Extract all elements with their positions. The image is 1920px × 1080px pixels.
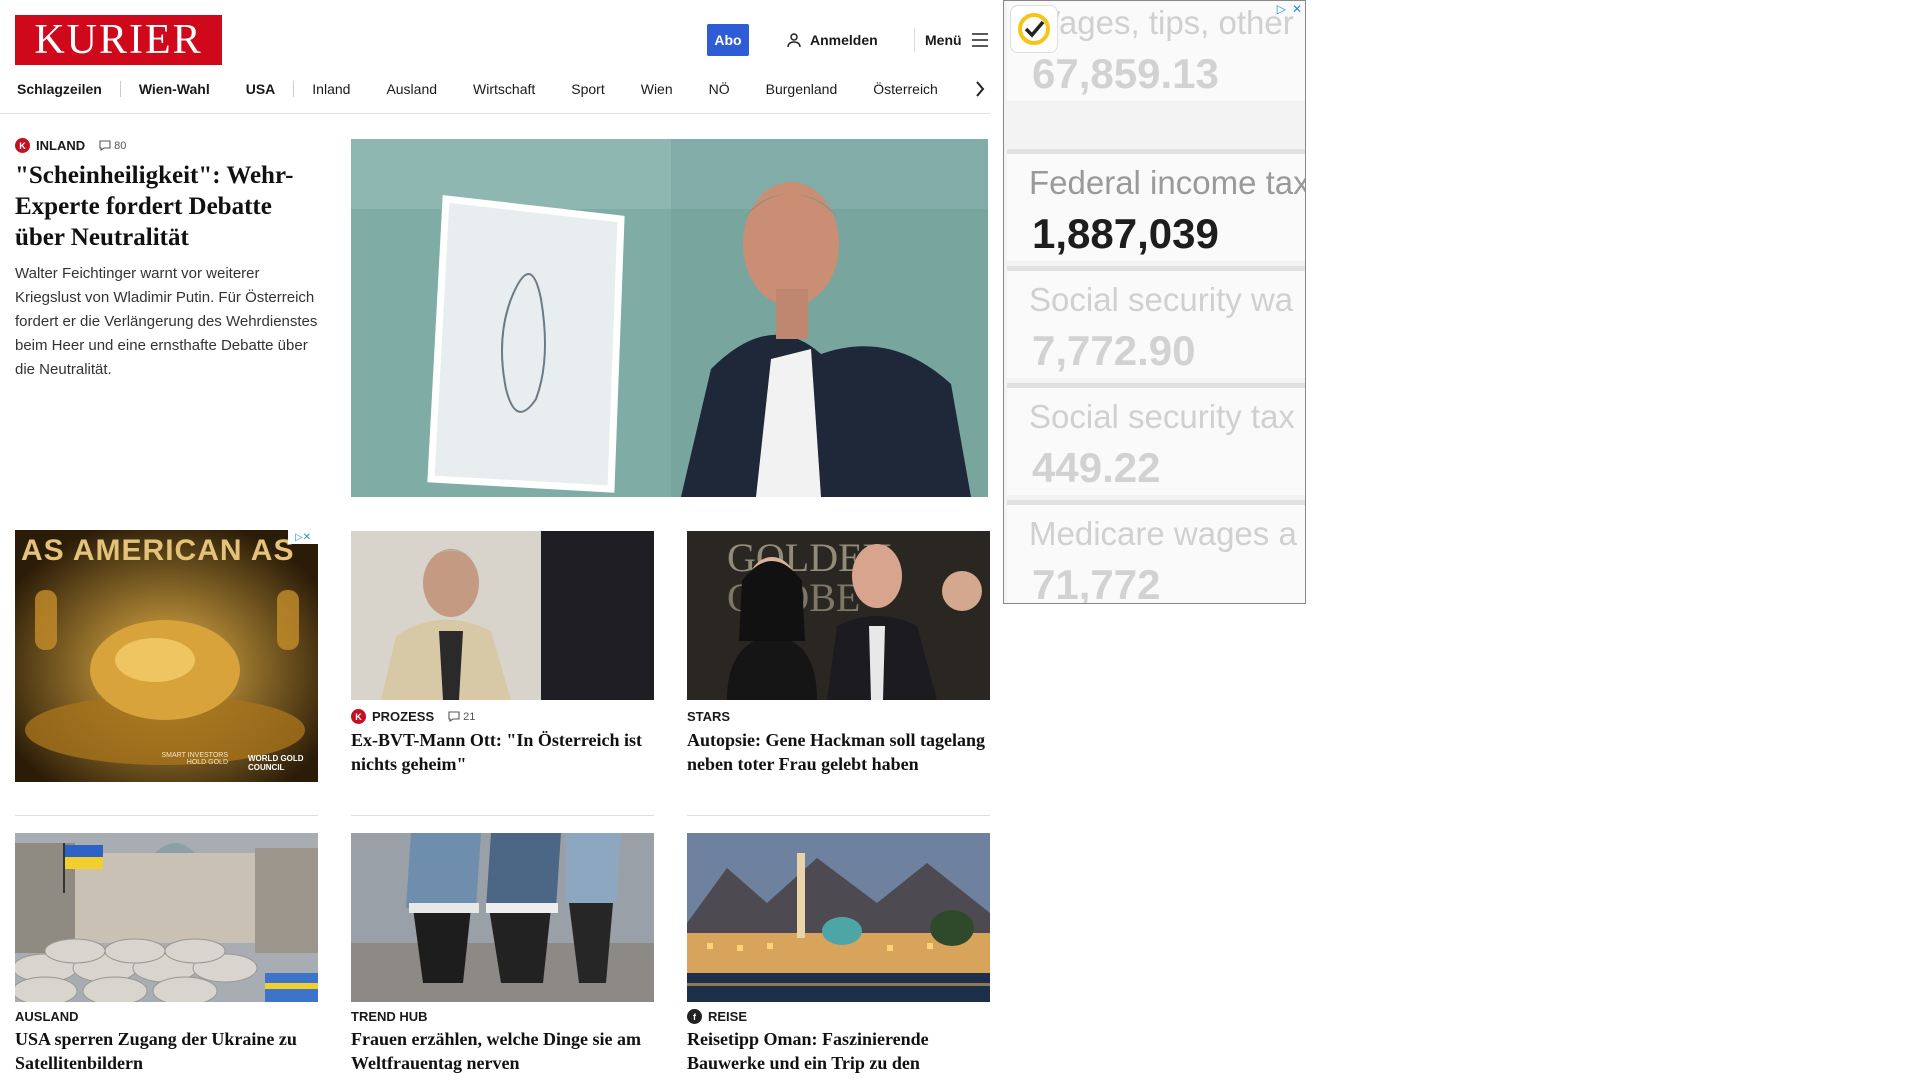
nav-item-noe[interactable]: NÖ bbox=[691, 78, 748, 100]
tax-label: Wages, tips, other bbox=[1029, 4, 1294, 41]
lead-kicker[interactable]: K INLAND 80 bbox=[15, 138, 126, 153]
ad-tagline: SMART INVESTORS HOLD GOLD bbox=[161, 752, 228, 766]
ad-brand: WORLD GOLD COUNCIL bbox=[248, 754, 304, 772]
nav-item-oesterreich[interactable]: Österreich bbox=[855, 78, 956, 100]
card-kicker[interactable]: TREND HUB bbox=[351, 1009, 428, 1024]
gold-ad[interactable]: AS AMERICAN AS SMART INVESTORS HOLD GOLD… bbox=[15, 530, 318, 782]
menu-label: Menü bbox=[925, 32, 962, 48]
tax-value: 1,887,039 bbox=[1032, 210, 1219, 257]
nav-item-wien-wahl[interactable]: Wien-Wahl bbox=[121, 78, 228, 100]
card-comments[interactable]: 21 bbox=[448, 711, 475, 723]
card-category: REISE bbox=[708, 1009, 748, 1024]
tax-value: 67,859.13 bbox=[1032, 50, 1219, 97]
tax-label: Social security wa bbox=[1029, 281, 1294, 318]
tax-ad[interactable]: Wages, tips, other 67,859.13 Federal inc… bbox=[1003, 0, 1306, 604]
kurier-k-icon: K bbox=[351, 709, 366, 724]
checkmark-logo-icon bbox=[1010, 5, 1058, 53]
nav-item-sport[interactable]: Sport bbox=[553, 78, 622, 100]
card-category: STARS bbox=[687, 709, 731, 724]
card-image[interactable] bbox=[351, 531, 654, 700]
card-headline[interactable]: Reisetipp Oman: Faszinierende Bauwerke u… bbox=[687, 1027, 990, 1080]
card-category: TREND HUB bbox=[351, 1009, 428, 1024]
card-kicker[interactable]: AUSLAND bbox=[15, 1009, 79, 1024]
kurier-k-icon: K bbox=[15, 138, 30, 153]
card-image[interactable]: GOLDEN GLOBE bbox=[687, 531, 990, 700]
nav-item-inland[interactable]: Inland bbox=[294, 78, 368, 100]
lead-comments[interactable]: 80 bbox=[99, 140, 126, 152]
tax-label: Social security tax bbox=[1029, 398, 1295, 435]
tax-row-active: Federal income tax 1,887,039 bbox=[1007, 149, 1305, 261]
comment-icon bbox=[448, 711, 460, 722]
user-icon bbox=[787, 33, 801, 48]
tax-label: Federal income tax bbox=[1029, 164, 1306, 201]
reise-icon: f bbox=[687, 1009, 702, 1024]
hamburger-icon bbox=[971, 33, 988, 47]
ad-choices-icon[interactable]: ▷✕ bbox=[1277, 2, 1302, 16]
tax-value: 71,772 bbox=[1032, 561, 1161, 604]
nav-item-wirtschaft[interactable]: Wirtschaft bbox=[455, 78, 553, 100]
lead-comment-count: 80 bbox=[114, 139, 127, 152]
comment-icon bbox=[99, 140, 111, 151]
tax-row: Social security wa 7,772.90 bbox=[1007, 266, 1305, 378]
column-divider bbox=[687, 815, 990, 816]
nav-item-schlagzeilen[interactable]: Schlagzeilen bbox=[15, 78, 120, 100]
lead-headline[interactable]: "Scheinheiligkeit": Wehr-Experte fordert… bbox=[15, 160, 320, 253]
login-label: Anmelden bbox=[810, 32, 878, 48]
nav-item-ausland[interactable]: Ausland bbox=[368, 78, 455, 100]
page: KURIER Abo Anmelden Menü Schlagzeilen Wi… bbox=[0, 0, 1920, 1080]
abo-button[interactable]: Abo bbox=[707, 24, 749, 56]
tax-value: 449.22 bbox=[1032, 444, 1161, 491]
login-button[interactable]: Anmelden bbox=[786, 28, 878, 52]
card-kicker[interactable]: K PROZESS 21 bbox=[351, 709, 475, 724]
ad-choices-icon[interactable]: ▷✕ bbox=[288, 530, 318, 544]
card-image[interactable] bbox=[687, 833, 990, 1002]
tax-row: Social security tax 449.22 bbox=[1007, 383, 1305, 495]
card-category: PROZESS bbox=[372, 709, 435, 724]
card-kicker[interactable]: STARS bbox=[687, 709, 730, 724]
card-comment-count: 21 bbox=[463, 710, 476, 723]
tax-value: 7,772.90 bbox=[1032, 327, 1196, 374]
card-headline[interactable]: USA sperren Zugang der Ukraine zu Satell… bbox=[15, 1027, 318, 1075]
lead-image[interactable] bbox=[351, 139, 988, 497]
card-headline[interactable]: Ex-BVT-Mann Ott: "In Österreich ist nich… bbox=[351, 728, 654, 776]
tax-label: Medicare wages a bbox=[1029, 515, 1297, 552]
menu-button[interactable]: Menü bbox=[914, 28, 988, 52]
nav-item-burgenland[interactable]: Burgenland bbox=[748, 78, 856, 100]
section-nav: Schlagzeilen Wien-Wahl USA Inland Auslan… bbox=[15, 78, 990, 100]
nav-next-arrow-icon[interactable] bbox=[970, 78, 990, 100]
nav-item-usa[interactable]: USA bbox=[228, 78, 294, 100]
kurier-logo[interactable]: KURIER bbox=[15, 15, 222, 65]
header-divider bbox=[0, 113, 990, 114]
ad-headline: AS AMERICAN AS bbox=[21, 534, 295, 567]
nav-item-wien[interactable]: Wien bbox=[623, 78, 691, 100]
card-image[interactable] bbox=[15, 833, 318, 1002]
card-kicker[interactable]: f REISE bbox=[687, 1009, 747, 1024]
column-divider bbox=[15, 815, 318, 816]
tax-row: Medicare wages a 71,772 bbox=[1007, 500, 1305, 604]
column-divider bbox=[351, 815, 654, 816]
card-category: AUSLAND bbox=[15, 1009, 79, 1024]
card-headline[interactable]: Autopsie: Gene Hackman soll tagelang neb… bbox=[687, 728, 990, 776]
card-image[interactable] bbox=[351, 833, 654, 1002]
card-headline[interactable]: Frauen erzählen, welche Dinge sie am Wel… bbox=[351, 1027, 654, 1075]
lead-teaser: Walter Feichtinger warnt vor weiterer Kr… bbox=[15, 265, 318, 378]
lead-category: INLAND bbox=[36, 138, 86, 153]
